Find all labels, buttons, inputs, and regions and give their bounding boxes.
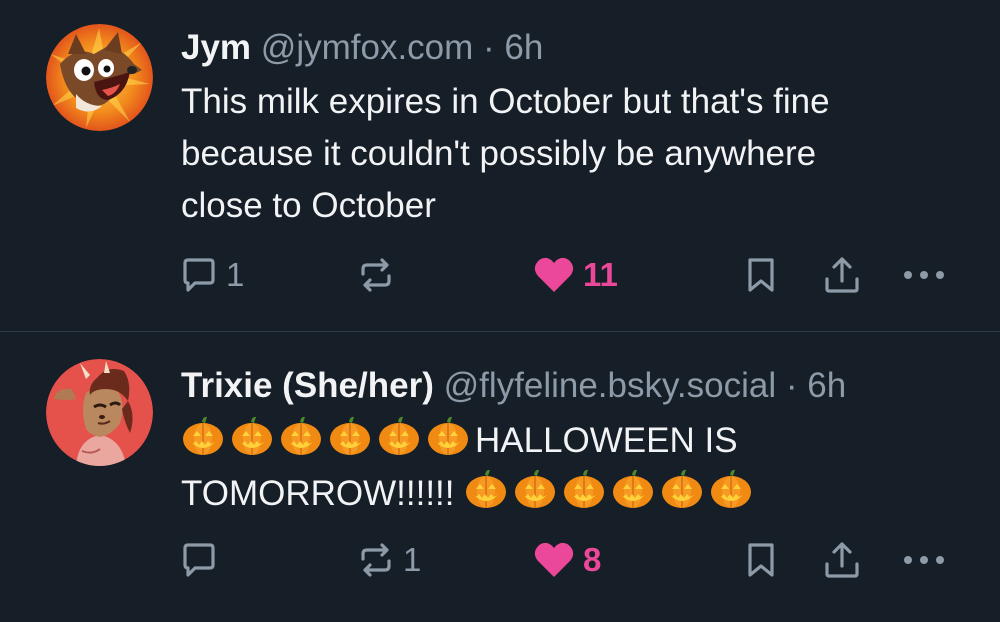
jack-o-lantern-icon — [232, 416, 272, 455]
repost-count: 1 — [403, 541, 422, 578]
post-text-line: This milk expires in October but that's … — [181, 82, 830, 121]
jack-o-lantern-icon — [183, 416, 223, 455]
post-text-segment: TOMORROW!!!!!! — [181, 474, 455, 513]
post-header: Jym @jymfox.com · 6h — [181, 20, 976, 76]
jack-o-lantern-icon — [711, 469, 752, 508]
post-text-segment: HALLOWEEN IS — [475, 421, 738, 460]
deer-avatar-icon — [46, 359, 153, 466]
more-options-button[interactable] — [902, 251, 946, 299]
repost-icon — [361, 543, 391, 577]
bookmark-button[interactable] — [744, 251, 778, 299]
jack-o-lantern-icon — [428, 416, 468, 455]
jack-o-lantern-icon — [564, 469, 605, 508]
bookmark-icon — [748, 543, 774, 577]
post-header: Trixie (She/her) @flyfeline.bsky.social … — [181, 358, 976, 414]
like-count: 8 — [583, 541, 602, 578]
like-count: 11 — [583, 256, 618, 293]
post-text: HALLOWEEN IS TOMORROW!!!!!! — [181, 414, 976, 520]
post-actions: 1 11 — [0, 251, 1000, 299]
author-handle[interactable]: @jymfox.com — [261, 28, 474, 67]
reply-icon — [183, 543, 215, 577]
like-button[interactable]: 11 — [533, 251, 618, 299]
repost-button[interactable] — [357, 251, 395, 299]
post-text-line: TOMORROW!!!!!! — [181, 467, 976, 520]
jack-o-lantern-icon — [662, 469, 703, 508]
reply-button[interactable]: 1 — [180, 251, 244, 299]
heart-icon — [534, 542, 574, 577]
post[interactable]: Trixie (She/her) @flyfeline.bsky.social … — [0, 333, 1000, 622]
separator-dot: · — [483, 28, 495, 67]
jack-o-lantern-icon — [281, 416, 321, 455]
post-actions: 1 8 — [0, 536, 1000, 584]
jack-o-lantern-icon — [379, 416, 419, 455]
author-handle[interactable]: @flyfeline.bsky.social — [444, 366, 777, 405]
reply-icon — [183, 258, 215, 292]
separator-dot: · — [785, 366, 798, 405]
share-button[interactable] — [822, 251, 862, 299]
emoji-group — [464, 469, 758, 513]
emoji-group — [181, 416, 475, 460]
ellipsis-icon — [904, 556, 944, 564]
like-button[interactable]: 8 — [533, 536, 601, 584]
reply-button[interactable] — [180, 536, 226, 584]
post-text-line: close to October — [181, 186, 436, 225]
share-icon — [825, 257, 859, 293]
repost-icon — [361, 258, 391, 292]
bookmark-button[interactable] — [744, 536, 778, 584]
jack-o-lantern-icon — [330, 416, 370, 455]
heart-icon — [534, 257, 574, 292]
jack-o-lantern-icon — [613, 469, 654, 508]
fox-avatar-icon — [46, 24, 153, 131]
post-text: This milk expires in October but that's … — [181, 76, 976, 232]
post-time[interactable]: 6h — [504, 28, 543, 67]
repost-button[interactable]: 1 — [357, 536, 421, 584]
share-icon — [825, 542, 859, 578]
post[interactable]: Jym @jymfox.com · 6h This milk expires i… — [0, 0, 1000, 332]
bookmark-icon — [748, 258, 774, 292]
avatar[interactable] — [46, 359, 153, 466]
post-text-line: HALLOWEEN IS — [181, 414, 976, 467]
avatar[interactable] — [46, 24, 153, 131]
more-options-button[interactable] — [902, 536, 946, 584]
jack-o-lantern-icon — [466, 469, 507, 508]
author-name[interactable]: Jym — [181, 28, 251, 67]
ellipsis-icon — [904, 271, 944, 279]
post-time[interactable]: 6h — [807, 366, 846, 405]
share-button[interactable] — [822, 536, 862, 584]
jack-o-lantern-icon — [515, 469, 556, 508]
author-name[interactable]: Trixie (She/her) — [181, 366, 434, 405]
reply-count: 1 — [226, 256, 245, 293]
post-text-line: because it couldn't possibly be anywhere — [181, 134, 817, 173]
feed: Jym @jymfox.com · 6h This milk expires i… — [0, 0, 1000, 622]
